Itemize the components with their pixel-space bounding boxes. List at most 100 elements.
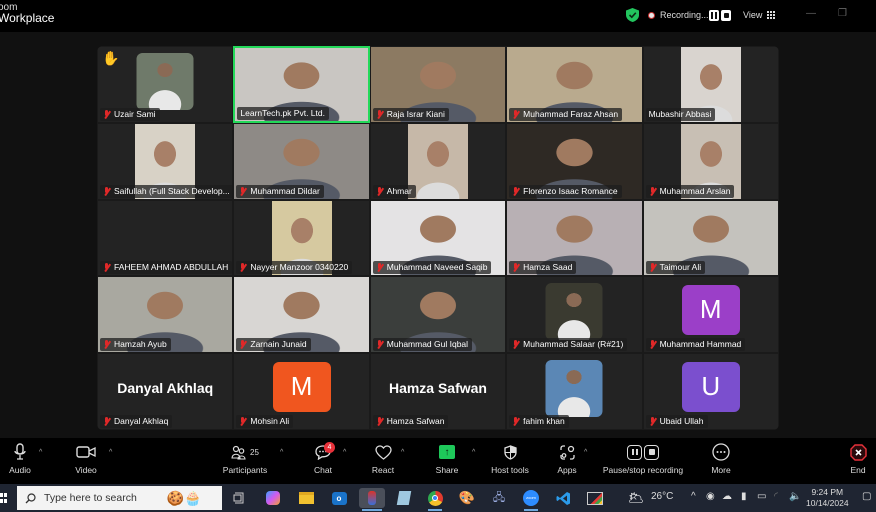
participant-tile[interactable]: U Ubaid Ullah xyxy=(642,353,779,430)
video-button[interactable]: Video xyxy=(74,442,98,475)
chat-button[interactable]: 4 Chat xyxy=(312,442,335,475)
participant-tile[interactable]: Ahmar xyxy=(369,122,507,200)
taskbar-search-box[interactable]: Type here to search 🍪🧁 xyxy=(17,486,222,510)
encryption-shield-icon[interactable] xyxy=(626,8,639,22)
mic-muted-icon xyxy=(239,340,247,349)
participant-name-label: Ubaid Ullah xyxy=(645,414,708,428)
react-options-caret[interactable]: ^ xyxy=(401,449,404,456)
mic-muted-icon xyxy=(103,186,111,196)
participant-tile[interactable]: LearnTech.pk Pvt. Ltd. xyxy=(233,46,370,123)
restore-button[interactable]: ❐ xyxy=(838,8,847,19)
pause-icon xyxy=(627,444,642,460)
participant-tile[interactable]: Hamzah Ayub xyxy=(97,276,234,354)
pause-stop-recording-label: Pause/stop recording xyxy=(602,465,684,475)
mic-muted-icon xyxy=(512,263,520,272)
heart-icon xyxy=(374,444,392,460)
participant-tile[interactable]: FAHEEM AHMAD ABDULLAH xyxy=(97,199,234,277)
participant-display-name: Danyal Akhlaq xyxy=(117,380,214,397)
participant-tile[interactable]: Hamza Safwan Hamza Safwan xyxy=(369,353,507,430)
share-screen-button[interactable]: ↑ Share xyxy=(434,442,460,475)
file-explorer-icon[interactable] xyxy=(296,488,316,508)
paint-app-icon[interactable] xyxy=(359,488,385,511)
chat-options-caret[interactable]: ^ xyxy=(343,449,346,456)
participant-tile[interactable]: Muhammad Naveed Saqib xyxy=(369,199,507,277)
vscode-icon[interactable] xyxy=(553,488,573,508)
more-button[interactable]: More xyxy=(708,442,734,475)
notifications-icon[interactable]: ▢ xyxy=(862,491,871,502)
system-clock[interactable]: 9:24 PM 10/14/2024 xyxy=(806,487,849,509)
profile-photo xyxy=(545,283,603,341)
participant-tile[interactable]: Florenzo Isaac Romance xyxy=(506,122,643,200)
zoom-app-icon[interactable]: zoom xyxy=(521,488,541,511)
participant-name: fahim khan xyxy=(523,415,565,426)
participant-name: Ubaid Ullah xyxy=(659,415,704,426)
host-tools-button[interactable]: Host tools xyxy=(488,442,532,475)
end-meeting-button[interactable]: End xyxy=(846,442,870,475)
record-tray-icon[interactable]: ◉ xyxy=(706,491,715,502)
battery-icon[interactable]: ▭ xyxy=(757,491,766,502)
participant-name-label: fahim khan xyxy=(509,414,569,428)
volume-icon[interactable]: 🔈 xyxy=(789,491,801,502)
windows-start-icon[interactable] xyxy=(0,493,7,503)
more-label: More xyxy=(711,465,731,475)
participants-button[interactable]: 25 Participants xyxy=(220,442,270,475)
network-app-icon[interactable]: 🖧 xyxy=(489,488,509,508)
participant-tile[interactable]: Muhammad Arslan xyxy=(642,122,779,200)
weather-icon[interactable]: 🌥 xyxy=(626,488,646,508)
participant-tile[interactable]: M Muhammad Hammad xyxy=(642,276,779,354)
notepad-icon[interactable] xyxy=(394,488,414,508)
outlook-icon[interactable]: o xyxy=(329,488,349,508)
pause-recording-button[interactable] xyxy=(709,10,719,21)
pause-stop-recording-button[interactable]: Pause/stop recording xyxy=(600,442,686,475)
participant-tile[interactable]: Nayyer Manzoor 0340220 xyxy=(233,199,370,277)
participant-name-label: Hamzah Ayub xyxy=(100,338,171,352)
audio-options-caret[interactable]: ^ xyxy=(39,449,42,456)
participant-name: Muhammad Hammad xyxy=(659,339,742,350)
stop-recording-button[interactable] xyxy=(721,10,731,21)
end-label: End xyxy=(850,465,866,475)
react-button[interactable]: React xyxy=(370,442,396,475)
share-options-caret[interactable]: ^ xyxy=(472,449,475,456)
participant-tile[interactable]: Taimour Ali xyxy=(642,199,779,277)
apps-options-caret[interactable]: ^ xyxy=(584,449,587,456)
clock-time: 9:24 PM xyxy=(811,487,844,497)
participant-tile[interactable]: Mubashir Abbasi xyxy=(642,46,779,123)
participant-name-label: Uzair Sami xyxy=(100,107,160,121)
participant-tile[interactable]: Danyal Akhlaq Danyal Akhlaq xyxy=(97,353,234,430)
task-view-icon[interactable] xyxy=(229,488,249,508)
view-button[interactable]: View xyxy=(743,10,776,20)
snipping-tool-icon[interactable] xyxy=(585,488,605,508)
video-camera-icon xyxy=(76,446,96,458)
minimize-button[interactable]: — xyxy=(806,8,816,19)
onedrive-cloud-icon[interactable]: ☁ xyxy=(722,491,732,502)
wifi-icon[interactable]: ◜ xyxy=(774,491,778,502)
stop-icon xyxy=(644,444,659,460)
usb-drive-icon[interactable]: ▮ xyxy=(741,491,747,502)
video-options-caret[interactable]: ^ xyxy=(109,449,112,456)
participant-tile[interactable]: M Mohsin Ali xyxy=(233,353,370,430)
participant-tile[interactable]: Muhammad Salaar (R#21) xyxy=(506,276,643,354)
paint-palette-icon[interactable]: 🎨 xyxy=(457,488,477,508)
weather-temperature[interactable]: 26°C xyxy=(651,491,673,502)
participant-tile[interactable]: Muhammad Gul Iqbal xyxy=(369,276,507,354)
participant-tile[interactable]: Muhammad Faraz Ahsan xyxy=(506,46,643,123)
participant-tile[interactable]: Muhammad Dildar xyxy=(233,122,370,200)
participant-name: LearnTech.pk Pvt. Ltd. xyxy=(240,107,325,118)
participants-count: 25 xyxy=(250,447,259,457)
chat-label: Chat xyxy=(314,465,332,475)
participant-tile[interactable]: Raja Israr Kiani xyxy=(369,46,507,123)
participants-options-caret[interactable]: ^ xyxy=(280,449,283,456)
participant-tile[interactable]: Zarnain Junaid xyxy=(233,276,370,354)
audio-button[interactable]: Audio xyxy=(6,442,34,475)
participant-name: Danyal Akhlaq xyxy=(114,415,169,426)
recording-status: Recording... xyxy=(660,10,709,20)
apps-button[interactable]: Apps xyxy=(556,442,578,475)
show-hidden-icons-caret[interactable]: ^ xyxy=(691,491,696,502)
copilot-icon[interactable] xyxy=(263,488,283,508)
participant-tile[interactable]: Hamza Saad xyxy=(506,199,643,277)
participant-tile[interactable]: Saifullah (Full Stack Develop... xyxy=(97,122,234,200)
participant-tile[interactable]: ✋ Uzair Sami xyxy=(97,46,234,123)
chrome-icon[interactable] xyxy=(425,488,445,511)
mic-muted-icon xyxy=(239,263,247,272)
participant-tile[interactable]: fahim khan xyxy=(506,353,643,430)
